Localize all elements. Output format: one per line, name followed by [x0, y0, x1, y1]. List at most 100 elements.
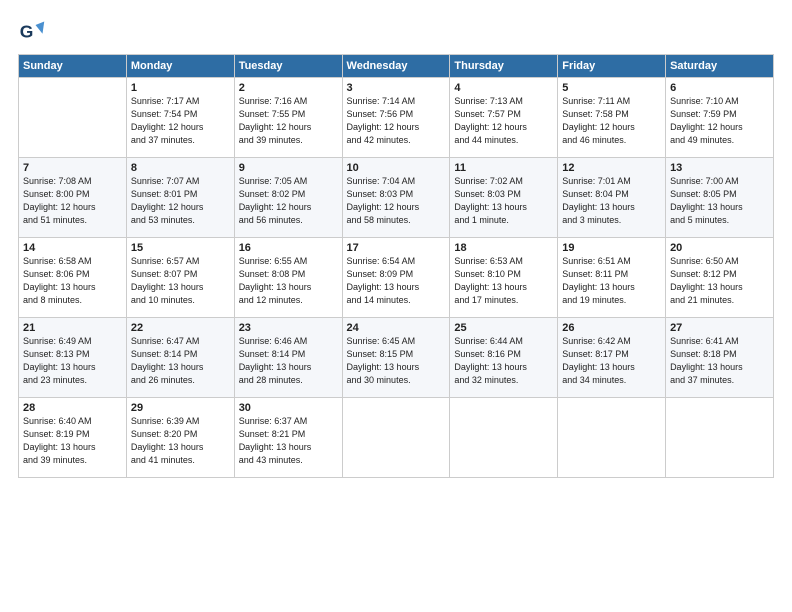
day-number: 2	[239, 82, 338, 94]
calendar-cell	[666, 398, 774, 478]
cell-info: Sunrise: 7:07 AM Sunset: 8:01 PM Dayligh…	[131, 175, 230, 227]
calendar-cell: 9Sunrise: 7:05 AM Sunset: 8:02 PM Daylig…	[234, 158, 342, 238]
calendar-cell: 24Sunrise: 6:45 AM Sunset: 8:15 PM Dayli…	[342, 318, 450, 398]
cell-info: Sunrise: 6:40 AM Sunset: 8:19 PM Dayligh…	[23, 415, 122, 467]
cell-info: Sunrise: 6:45 AM Sunset: 8:15 PM Dayligh…	[347, 335, 446, 387]
day-number: 4	[454, 82, 553, 94]
day-number: 25	[454, 322, 553, 334]
calendar-cell: 12Sunrise: 7:01 AM Sunset: 8:04 PM Dayli…	[558, 158, 666, 238]
cell-info: Sunrise: 7:11 AM Sunset: 7:58 PM Dayligh…	[562, 95, 661, 147]
calendar-cell: 23Sunrise: 6:46 AM Sunset: 8:14 PM Dayli…	[234, 318, 342, 398]
logo-icon: G	[18, 18, 46, 46]
day-number: 18	[454, 242, 553, 254]
day-number: 16	[239, 242, 338, 254]
day-number: 20	[670, 242, 769, 254]
day-number: 10	[347, 162, 446, 174]
day-number: 5	[562, 82, 661, 94]
header-cell-tuesday: Tuesday	[234, 55, 342, 78]
calendar-cell: 21Sunrise: 6:49 AM Sunset: 8:13 PM Dayli…	[19, 318, 127, 398]
calendar-cell: 18Sunrise: 6:53 AM Sunset: 8:10 PM Dayli…	[450, 238, 558, 318]
day-number: 26	[562, 322, 661, 334]
day-number: 15	[131, 242, 230, 254]
week-row-2: 7Sunrise: 7:08 AM Sunset: 8:00 PM Daylig…	[19, 158, 774, 238]
calendar-cell: 16Sunrise: 6:55 AM Sunset: 8:08 PM Dayli…	[234, 238, 342, 318]
header-cell-sunday: Sunday	[19, 55, 127, 78]
week-row-5: 28Sunrise: 6:40 AM Sunset: 8:19 PM Dayli…	[19, 398, 774, 478]
day-number: 27	[670, 322, 769, 334]
cell-info: Sunrise: 6:42 AM Sunset: 8:17 PM Dayligh…	[562, 335, 661, 387]
cell-info: Sunrise: 6:50 AM Sunset: 8:12 PM Dayligh…	[670, 255, 769, 307]
day-number: 30	[239, 402, 338, 414]
cell-info: Sunrise: 7:01 AM Sunset: 8:04 PM Dayligh…	[562, 175, 661, 227]
calendar-cell: 14Sunrise: 6:58 AM Sunset: 8:06 PM Dayli…	[19, 238, 127, 318]
cell-info: Sunrise: 6:49 AM Sunset: 8:13 PM Dayligh…	[23, 335, 122, 387]
cell-info: Sunrise: 6:57 AM Sunset: 8:07 PM Dayligh…	[131, 255, 230, 307]
day-number: 21	[23, 322, 122, 334]
logo: G	[18, 18, 50, 46]
calendar-table: SundayMondayTuesdayWednesdayThursdayFrid…	[18, 54, 774, 478]
cell-info: Sunrise: 7:04 AM Sunset: 8:03 PM Dayligh…	[347, 175, 446, 227]
cell-info: Sunrise: 7:14 AM Sunset: 7:56 PM Dayligh…	[347, 95, 446, 147]
calendar-cell: 17Sunrise: 6:54 AM Sunset: 8:09 PM Dayli…	[342, 238, 450, 318]
day-number: 19	[562, 242, 661, 254]
cell-info: Sunrise: 6:37 AM Sunset: 8:21 PM Dayligh…	[239, 415, 338, 467]
calendar-cell: 1Sunrise: 7:17 AM Sunset: 7:54 PM Daylig…	[126, 78, 234, 158]
cell-info: Sunrise: 6:47 AM Sunset: 8:14 PM Dayligh…	[131, 335, 230, 387]
calendar-cell: 4Sunrise: 7:13 AM Sunset: 7:57 PM Daylig…	[450, 78, 558, 158]
cell-info: Sunrise: 6:58 AM Sunset: 8:06 PM Dayligh…	[23, 255, 122, 307]
day-number: 11	[454, 162, 553, 174]
cell-info: Sunrise: 6:46 AM Sunset: 8:14 PM Dayligh…	[239, 335, 338, 387]
calendar-cell: 26Sunrise: 6:42 AM Sunset: 8:17 PM Dayli…	[558, 318, 666, 398]
calendar-cell: 20Sunrise: 6:50 AM Sunset: 8:12 PM Dayli…	[666, 238, 774, 318]
cell-info: Sunrise: 7:05 AM Sunset: 8:02 PM Dayligh…	[239, 175, 338, 227]
cell-info: Sunrise: 6:39 AM Sunset: 8:20 PM Dayligh…	[131, 415, 230, 467]
day-number: 22	[131, 322, 230, 334]
header-cell-monday: Monday	[126, 55, 234, 78]
calendar-cell: 19Sunrise: 6:51 AM Sunset: 8:11 PM Dayli…	[558, 238, 666, 318]
calendar-cell: 6Sunrise: 7:10 AM Sunset: 7:59 PM Daylig…	[666, 78, 774, 158]
day-number: 12	[562, 162, 661, 174]
calendar-cell: 7Sunrise: 7:08 AM Sunset: 8:00 PM Daylig…	[19, 158, 127, 238]
calendar-cell	[558, 398, 666, 478]
cell-info: Sunrise: 7:16 AM Sunset: 7:55 PM Dayligh…	[239, 95, 338, 147]
calendar-cell: 25Sunrise: 6:44 AM Sunset: 8:16 PM Dayli…	[450, 318, 558, 398]
calendar-cell: 10Sunrise: 7:04 AM Sunset: 8:03 PM Dayli…	[342, 158, 450, 238]
cell-info: Sunrise: 7:08 AM Sunset: 8:00 PM Dayligh…	[23, 175, 122, 227]
page: G SundayMondayTuesdayWednesdayThursdayFr…	[0, 0, 792, 612]
header-cell-thursday: Thursday	[450, 55, 558, 78]
cell-info: Sunrise: 6:51 AM Sunset: 8:11 PM Dayligh…	[562, 255, 661, 307]
cell-info: Sunrise: 7:00 AM Sunset: 8:05 PM Dayligh…	[670, 175, 769, 227]
cell-info: Sunrise: 7:13 AM Sunset: 7:57 PM Dayligh…	[454, 95, 553, 147]
day-number: 9	[239, 162, 338, 174]
cell-info: Sunrise: 6:55 AM Sunset: 8:08 PM Dayligh…	[239, 255, 338, 307]
calendar-cell: 15Sunrise: 6:57 AM Sunset: 8:07 PM Dayli…	[126, 238, 234, 318]
calendar-cell	[19, 78, 127, 158]
day-number: 6	[670, 82, 769, 94]
header-row: SundayMondayTuesdayWednesdayThursdayFrid…	[19, 55, 774, 78]
calendar-cell: 30Sunrise: 6:37 AM Sunset: 8:21 PM Dayli…	[234, 398, 342, 478]
calendar-cell: 11Sunrise: 7:02 AM Sunset: 8:03 PM Dayli…	[450, 158, 558, 238]
cell-info: Sunrise: 7:02 AM Sunset: 8:03 PM Dayligh…	[454, 175, 553, 227]
cell-info: Sunrise: 7:17 AM Sunset: 7:54 PM Dayligh…	[131, 95, 230, 147]
cell-info: Sunrise: 6:53 AM Sunset: 8:10 PM Dayligh…	[454, 255, 553, 307]
svg-text:G: G	[20, 21, 34, 41]
cell-info: Sunrise: 6:41 AM Sunset: 8:18 PM Dayligh…	[670, 335, 769, 387]
calendar-cell: 13Sunrise: 7:00 AM Sunset: 8:05 PM Dayli…	[666, 158, 774, 238]
week-row-1: 1Sunrise: 7:17 AM Sunset: 7:54 PM Daylig…	[19, 78, 774, 158]
calendar-cell: 8Sunrise: 7:07 AM Sunset: 8:01 PM Daylig…	[126, 158, 234, 238]
calendar-cell	[450, 398, 558, 478]
day-number: 29	[131, 402, 230, 414]
calendar-cell: 5Sunrise: 7:11 AM Sunset: 7:58 PM Daylig…	[558, 78, 666, 158]
calendar-body: 1Sunrise: 7:17 AM Sunset: 7:54 PM Daylig…	[19, 78, 774, 478]
header-cell-saturday: Saturday	[666, 55, 774, 78]
day-number: 17	[347, 242, 446, 254]
header-cell-wednesday: Wednesday	[342, 55, 450, 78]
calendar-cell: 3Sunrise: 7:14 AM Sunset: 7:56 PM Daylig…	[342, 78, 450, 158]
day-number: 8	[131, 162, 230, 174]
header: G	[18, 18, 774, 46]
day-number: 1	[131, 82, 230, 94]
calendar-cell: 27Sunrise: 6:41 AM Sunset: 8:18 PM Dayli…	[666, 318, 774, 398]
day-number: 13	[670, 162, 769, 174]
cell-info: Sunrise: 7:10 AM Sunset: 7:59 PM Dayligh…	[670, 95, 769, 147]
calendar-cell: 28Sunrise: 6:40 AM Sunset: 8:19 PM Dayli…	[19, 398, 127, 478]
